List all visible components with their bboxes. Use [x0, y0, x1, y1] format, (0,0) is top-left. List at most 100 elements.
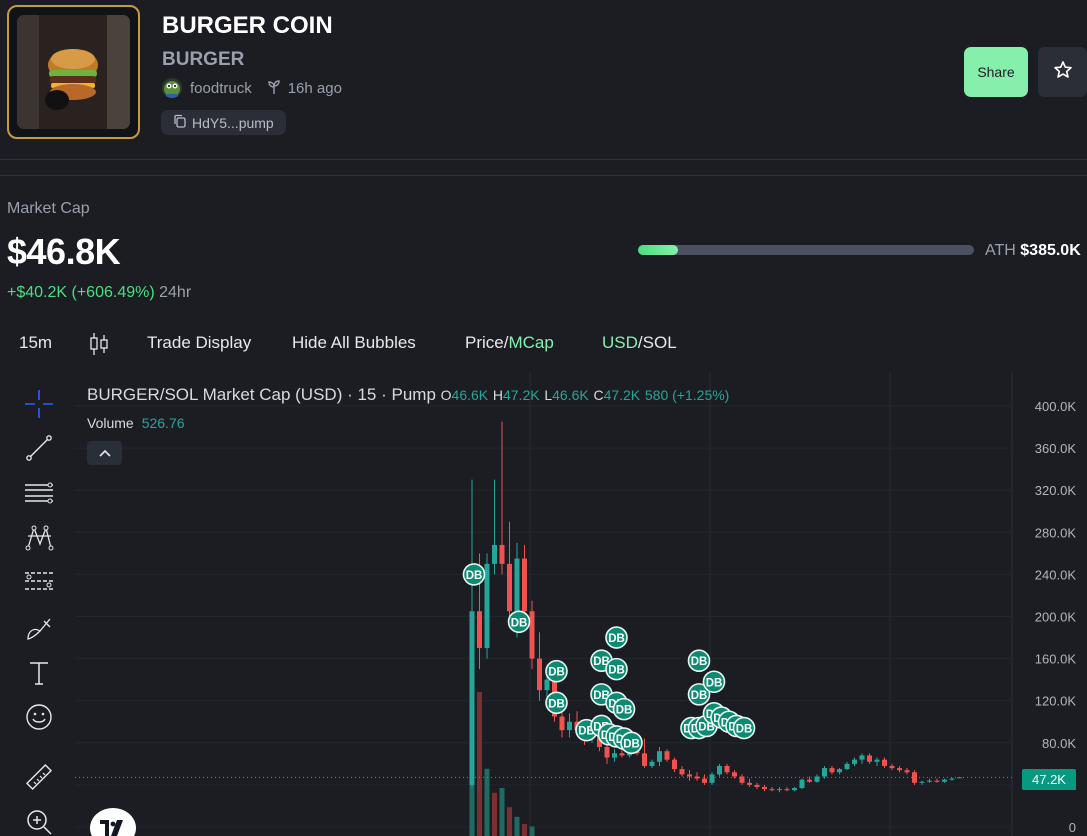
ath-progress-fill	[638, 245, 679, 255]
price-chart[interactable]: 400.0K 360.0K 320.0K 280.0K 240.0K 200.0K 160.…	[75, 372, 1087, 836]
trade-bubble[interactable]: DB	[687, 649, 711, 673]
contract-address-chip[interactable]: HdY5...pump	[161, 110, 286, 135]
emoji-tool[interactable]	[22, 700, 56, 734]
ruler-icon	[25, 763, 53, 791]
y-tick-label: 240.0K	[1035, 567, 1077, 582]
trade-bubble[interactable]: DB	[612, 697, 636, 721]
candle-body	[477, 611, 482, 649]
candle-body	[882, 759, 887, 766]
trend-line-tool[interactable]	[22, 431, 56, 465]
candle-body	[499, 544, 505, 564]
collapse-legend-button[interactable]	[87, 441, 122, 465]
crosshair-tool[interactable]	[22, 387, 56, 421]
candle-body	[619, 753, 625, 756]
creator-name[interactable]: foodtruck	[190, 80, 252, 97]
candle-body	[664, 751, 670, 760]
copy-icon	[173, 114, 187, 131]
change-period: 24hr	[159, 284, 192, 301]
candle-body	[567, 721, 572, 731]
candle-body	[717, 765, 722, 775]
volume-bar	[477, 692, 482, 836]
candle-body	[927, 780, 932, 782]
market-cap-value: $46.8K	[7, 231, 121, 272]
ruler-tool[interactable]	[22, 760, 56, 794]
candle-body	[484, 563, 490, 649]
candle-body	[919, 781, 925, 783]
tradingview-icon	[100, 820, 123, 836]
trade-bubble[interactable]: DB	[620, 731, 643, 755]
chart-toolbar: 15m Trade Display Hide All Bubbles Price…	[0, 330, 1087, 358]
price-mcap-toggle[interactable]: Price/MCap	[465, 333, 554, 353]
candle-body	[777, 789, 782, 791]
volume-bar	[499, 788, 505, 836]
star-icon	[1053, 60, 1073, 85]
candle-body	[912, 772, 917, 783]
creator-avatar[interactable]	[162, 78, 182, 98]
brush-tool[interactable]	[22, 611, 56, 645]
emoji-icon	[26, 704, 52, 730]
candle-body	[559, 716, 565, 731]
pattern-tool[interactable]	[22, 520, 56, 554]
chart-legend: BURGER/SOL Market Cap (USD) · 15 · Pump …	[87, 385, 729, 405]
token-age: 16h ago	[287, 79, 342, 97]
token-image[interactable]	[7, 5, 140, 139]
mcap-option: MCap	[508, 333, 554, 352]
trade-bubble[interactable]: DB	[545, 691, 568, 715]
ohlc-high-key: H	[492, 387, 503, 403]
share-button[interactable]: Share	[964, 47, 1028, 97]
hide-bubbles-toggle[interactable]: Hide All Bubbles	[292, 333, 416, 353]
candle-body	[709, 774, 715, 783]
volume-label: Volume	[87, 415, 134, 431]
candle-body	[514, 558, 520, 612]
candle-body	[784, 789, 790, 791]
token-page: BURGER COIN BURGER foodtruck 16h ago HdY…	[0, 0, 1087, 836]
text-tool[interactable]	[22, 656, 56, 690]
candle-type-button[interactable]	[88, 331, 110, 362]
contract-address: HdY5...pump	[192, 114, 274, 131]
volume-bar	[484, 768, 490, 836]
token-ticker: BURGER	[162, 49, 245, 70]
interval-selector[interactable]: 15m	[19, 333, 52, 353]
trade-bubble[interactable]: DB	[605, 626, 628, 649]
candle-body	[829, 768, 835, 773]
ohlc-high: 47.2K	[502, 387, 540, 403]
candle-body	[852, 759, 857, 764]
volume-bar	[529, 826, 535, 836]
volume-bar	[514, 816, 520, 836]
candle-body	[949, 778, 955, 780]
trade-bubble[interactable]: DB	[702, 670, 726, 694]
candle-body	[822, 768, 827, 777]
ath-readout: ATH $385.0K	[985, 242, 1081, 260]
zoom-tool[interactable]	[22, 805, 56, 836]
header-divider	[0, 159, 1087, 160]
candle-body	[687, 774, 692, 777]
fib-tool[interactable]	[22, 565, 56, 599]
candle-body	[544, 679, 550, 691]
candle-body	[642, 753, 647, 766]
bubble-label: DB	[548, 698, 565, 710]
candle-body	[724, 765, 730, 773]
candle-body	[904, 770, 910, 773]
ath-label: ATH	[985, 242, 1016, 259]
horizontal-lines-tool[interactable]	[22, 476, 56, 510]
trade-bubble[interactable]: DB	[732, 716, 756, 740]
crosshair-icon	[25, 390, 53, 418]
candle-body	[874, 759, 880, 762]
candle-body	[649, 761, 655, 766]
usd-option: USD	[602, 333, 638, 352]
section-divider	[0, 175, 1087, 176]
y-tick-label: 320.0K	[1035, 483, 1077, 498]
candle-body	[769, 789, 775, 791]
trade-bubble[interactable]: DB	[507, 610, 531, 634]
favorite-button[interactable]	[1038, 47, 1087, 97]
sol-option: SOL	[642, 333, 677, 352]
trade-bubble[interactable]: DB	[545, 659, 568, 683]
bubble-label: DB	[511, 617, 528, 629]
ohlc-low-key: L	[544, 387, 553, 403]
candle-body	[522, 558, 527, 612]
trade-display-toggle[interactable]: Trade Display	[147, 333, 251, 353]
candle-body	[492, 544, 497, 564]
trade-bubble[interactable]: DB	[462, 563, 486, 586]
trade-bubble[interactable]: DB	[605, 657, 628, 681]
currency-toggle[interactable]: USD/SOL	[602, 333, 677, 353]
